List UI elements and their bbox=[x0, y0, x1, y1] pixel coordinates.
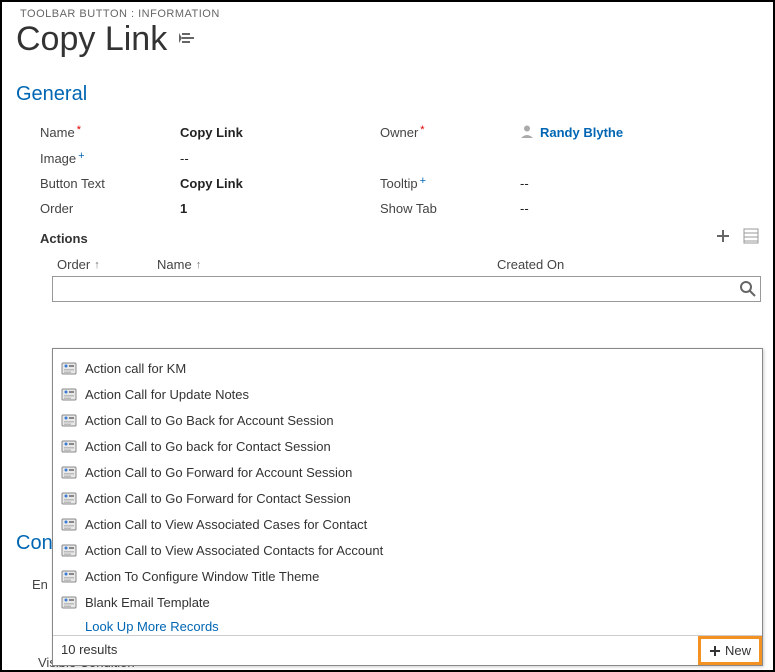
lookup-item[interactable]: Action Call to Go Forward for Account Se… bbox=[57, 459, 758, 485]
action-call-icon bbox=[61, 386, 77, 402]
form-grid: Name* Copy Link Owner* Randy Blythe Imag… bbox=[2, 114, 773, 222]
value-tooltip[interactable]: -- bbox=[520, 176, 720, 191]
column-headers: Order↑ Name↑ Created On bbox=[2, 249, 773, 276]
lookup-item[interactable]: Action Call to Go Forward for Contact Se… bbox=[57, 485, 758, 511]
lookup-dropdown: Action call for KM Action Call for Update… bbox=[52, 348, 763, 666]
owner-link[interactable]: Randy Blythe bbox=[540, 125, 623, 140]
grid-icon[interactable] bbox=[743, 228, 759, 249]
lookup-item-label: Action Call to View Associated Contacts … bbox=[85, 543, 383, 558]
title-menu-icon[interactable] bbox=[177, 27, 199, 52]
lookup-item-label: Action Call to Go Back for Account Sessi… bbox=[85, 413, 334, 428]
results-count: 10 results bbox=[53, 636, 117, 665]
lookup-box bbox=[52, 276, 761, 302]
new-button[interactable]: New bbox=[698, 636, 762, 665]
col-order[interactable]: Order↑ bbox=[57, 257, 157, 272]
lookup-item[interactable]: Action Call for Update Notes bbox=[57, 381, 758, 407]
action-call-icon bbox=[61, 464, 77, 480]
lookup-list[interactable]: Action call for KM Action Call for Update… bbox=[53, 349, 762, 635]
label-enable-partial: En bbox=[32, 577, 48, 592]
col-name[interactable]: Name↑ bbox=[157, 257, 497, 272]
action-call-icon bbox=[61, 568, 77, 584]
add-icon[interactable] bbox=[715, 228, 731, 249]
plus-icon bbox=[709, 645, 721, 657]
value-owner[interactable]: Randy Blythe bbox=[520, 124, 720, 141]
lookup-item-label: Action To Configure Window Title Theme bbox=[85, 569, 319, 584]
lookup-item[interactable]: Action Call to View Associated Cases for… bbox=[57, 511, 758, 537]
search-icon[interactable] bbox=[739, 280, 757, 301]
action-call-icon bbox=[61, 516, 77, 532]
lookup-item[interactable]: Blank Email Template bbox=[57, 589, 758, 615]
action-call-icon bbox=[61, 412, 77, 428]
label-order: Order bbox=[40, 201, 180, 216]
section-general: General bbox=[2, 69, 773, 114]
lookup-item[interactable]: Action Call to View Associated Contacts … bbox=[57, 537, 758, 563]
action-call-icon bbox=[61, 360, 77, 376]
action-call-icon bbox=[61, 490, 77, 506]
lookup-item[interactable]: Action call for KM bbox=[57, 355, 758, 381]
lookup-item-label: Action Call for Update Notes bbox=[85, 387, 249, 402]
look-up-more-link[interactable]: Look Up More Records bbox=[57, 615, 758, 635]
user-icon bbox=[520, 124, 534, 141]
col-created[interactable]: Created On bbox=[497, 257, 657, 272]
lookup-item[interactable]: Action Call to Go Back for Account Sessi… bbox=[57, 407, 758, 433]
actions-tools bbox=[715, 228, 759, 249]
actions-header: Actions bbox=[2, 222, 773, 249]
label-button-text: Button Text bbox=[40, 176, 180, 191]
action-call-icon bbox=[61, 438, 77, 454]
value-image[interactable]: -- bbox=[180, 151, 380, 166]
label-show-tab: Show Tab bbox=[380, 201, 520, 216]
value-show-tab[interactable]: -- bbox=[520, 201, 720, 216]
lookup-item-label: Action call for KM bbox=[85, 361, 186, 376]
form-caption: TOOLBAR BUTTON : INFORMATION bbox=[2, 2, 773, 20]
value-button-text[interactable]: Copy Link bbox=[180, 176, 380, 191]
lookup-item[interactable]: Action Call to Go back for Contact Sessi… bbox=[57, 433, 758, 459]
sort-asc-icon: ↑ bbox=[196, 259, 202, 271]
label-image: Image+ bbox=[40, 151, 180, 166]
new-label: New bbox=[725, 643, 751, 658]
section-conditions-partial: Con bbox=[16, 532, 53, 555]
value-order[interactable]: 1 bbox=[180, 201, 380, 216]
title-row: Copy Link bbox=[2, 20, 773, 69]
lookup-item-label: Action Call to Go Forward for Account Se… bbox=[85, 465, 352, 480]
lookup-item-label: Action Call to View Associated Cases for… bbox=[85, 517, 367, 532]
lookup-item[interactable]: Action To Configure Window Title Theme bbox=[57, 563, 758, 589]
lookup-item-label: Action Call to Go back for Contact Sessi… bbox=[85, 439, 331, 454]
lookup-input[interactable] bbox=[52, 276, 761, 302]
actions-label: Actions bbox=[40, 231, 88, 246]
window: TOOLBAR BUTTON : INFORMATION Copy Link G… bbox=[0, 0, 775, 672]
label-tooltip: Tooltip+ bbox=[380, 176, 520, 191]
label-owner: Owner* bbox=[380, 125, 520, 140]
page-title: Copy Link bbox=[16, 20, 167, 59]
lookup-item-label: Action Call to Go Forward for Contact Se… bbox=[85, 491, 351, 506]
value-name[interactable]: Copy Link bbox=[180, 125, 380, 140]
action-call-icon bbox=[61, 542, 77, 558]
label-name: Name* bbox=[40, 125, 180, 140]
lookup-item-label: Blank Email Template bbox=[85, 595, 210, 610]
action-call-icon bbox=[61, 594, 77, 610]
lookup-footer: 10 results New bbox=[53, 635, 762, 665]
sort-asc-icon: ↑ bbox=[94, 259, 100, 271]
